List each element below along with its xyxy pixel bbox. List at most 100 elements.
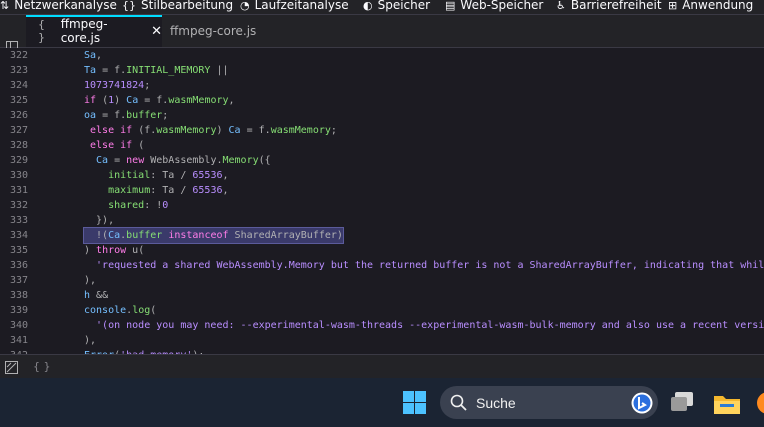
code-token: 0 bbox=[162, 200, 169, 211]
bing-icon[interactable] bbox=[631, 392, 653, 414]
windows-start-icon[interactable] bbox=[403, 391, 426, 414]
code-token: = f. bbox=[240, 125, 271, 136]
line-number[interactable]: 329 bbox=[0, 153, 28, 168]
code-line[interactable]: 331 maximum: Ta / 65536, bbox=[0, 183, 764, 198]
line-number[interactable]: 340 bbox=[0, 318, 28, 333]
code-text: 1073741824; bbox=[84, 78, 150, 93]
code-token: Ca bbox=[108, 230, 121, 241]
code-token: !( bbox=[84, 230, 109, 241]
line-number[interactable]: 333 bbox=[0, 213, 28, 228]
source-tabs: { } ffmpeg-core.js ✕ ffmpeg-core.js bbox=[0, 15, 764, 51]
tool-label: Stilbearbeitung bbox=[141, 0, 234, 12]
application-icon: ⊞ bbox=[668, 0, 678, 12]
code-line[interactable]: 339 console.log( bbox=[0, 303, 764, 318]
code-token: ), bbox=[84, 335, 97, 346]
line-number[interactable]: 327 bbox=[0, 123, 28, 138]
code-line[interactable]: 325 if (1) Ca = f.wasmMemory, bbox=[0, 93, 764, 108]
code-token: , bbox=[222, 185, 229, 196]
tab-ffmpeg-core[interactable]: ffmpeg-core.js bbox=[170, 15, 270, 47]
close-icon[interactable]: ✕ bbox=[151, 24, 162, 39]
code-line[interactable]: 322 Sa, bbox=[0, 48, 764, 63]
code-token: Sa bbox=[84, 50, 97, 61]
code-line[interactable]: 328 else if ( bbox=[0, 138, 764, 153]
line-number[interactable]: 330 bbox=[0, 168, 28, 183]
code-token: Ca bbox=[228, 125, 241, 136]
file-explorer-icon[interactable] bbox=[714, 392, 740, 414]
code-token: 'requested a shared WebAssembly.Memory b… bbox=[84, 260, 764, 271]
tool-speicher[interactable]: ◐ Speicher bbox=[363, 0, 430, 14]
code-editor[interactable]: 322 Sa, 323 Ta = f.INITIAL_MEMORY || 324 1073… bbox=[0, 48, 764, 354]
tool-label: Laufzeitanalyse bbox=[254, 0, 349, 12]
code-token: buffer bbox=[126, 110, 163, 121]
line-number[interactable]: 336 bbox=[0, 258, 28, 273]
code-text: if (1) Ca = f.wasmMemory, bbox=[84, 93, 235, 108]
code-line[interactable]: 330 initial: Ta / 65536, bbox=[0, 168, 764, 183]
line-number[interactable]: 337 bbox=[0, 273, 28, 288]
firefox-icon[interactable] bbox=[757, 392, 764, 414]
code-line[interactable]: 335 ) throw u( bbox=[0, 243, 764, 258]
tool-label: Anwendung bbox=[682, 0, 754, 12]
line-number[interactable]: 334 bbox=[0, 228, 28, 243]
code-token: '(on node you may need: --experimental-w… bbox=[84, 320, 764, 331]
code-line[interactable]: 326 oa = f.buffer; bbox=[0, 108, 764, 123]
code-text: h && bbox=[84, 288, 108, 303]
line-number[interactable]: 323 bbox=[0, 63, 28, 78]
code-text: 'requested a shared WebAssembly.Memory b… bbox=[84, 258, 764, 273]
code-token: : Ta / bbox=[150, 185, 193, 196]
source-map-icon[interactable] bbox=[5, 361, 18, 374]
code-token: console bbox=[84, 305, 127, 316]
code-line[interactable]: 341), bbox=[0, 333, 764, 348]
line-number[interactable]: 324 bbox=[0, 78, 28, 93]
line-number[interactable]: 326 bbox=[0, 108, 28, 123]
code-text: oa = f.buffer; bbox=[84, 108, 168, 123]
code-line[interactable]: 337), bbox=[0, 273, 764, 288]
line-number[interactable]: 328 bbox=[0, 138, 28, 153]
tool-netzwerkanalyse[interactable]: ⇅ Netzwerkanalyse bbox=[0, 0, 117, 14]
tool-web-speicher[interactable]: ▤ Web-Speicher bbox=[445, 0, 543, 14]
line-number[interactable]: 335 bbox=[0, 243, 28, 258]
code-line[interactable]: 340 '(on node you may need: --experiment… bbox=[0, 318, 764, 333]
pretty-print-button[interactable]: { } bbox=[33, 360, 51, 373]
code-line[interactable]: 332 shared: !0 bbox=[0, 198, 764, 213]
code-token: : ! bbox=[144, 200, 163, 211]
code-token: , bbox=[222, 170, 229, 181]
memory-icon: ◐ bbox=[363, 0, 373, 12]
code-token: else if bbox=[84, 125, 133, 136]
code-token: ), bbox=[84, 275, 97, 286]
code-line[interactable]: 323 Ta = f.INITIAL_MEMORY || bbox=[0, 63, 764, 78]
code-token: , bbox=[96, 50, 103, 61]
line-number[interactable]: 331 bbox=[0, 183, 28, 198]
code-token: Ca bbox=[84, 155, 109, 166]
code-token: SharedArrayBuffer) bbox=[228, 230, 343, 241]
code-token: initial bbox=[84, 170, 151, 181]
code-text: ) throw u( bbox=[84, 243, 144, 258]
line-number[interactable]: 325 bbox=[0, 93, 28, 108]
editor-statusbar: { } bbox=[0, 354, 764, 379]
tool-barrierefreiheit[interactable]: ♿ Barrierefreiheit bbox=[556, 0, 662, 14]
code-line[interactable]: 333 }), bbox=[0, 213, 764, 228]
tool-anwendung[interactable]: ⊞ Anwendung bbox=[668, 0, 753, 14]
tab-label: ffmpeg-core.js bbox=[170, 24, 257, 38]
code-line[interactable]: 327 else if (f.wasmMemory) Ca = f.wasmMe… bbox=[0, 123, 764, 138]
code-line[interactable]: 336 'requested a shared WebAssembly.Memo… bbox=[0, 258, 764, 273]
code-line[interactable]: 324 1073741824; bbox=[0, 78, 764, 93]
taskbar-search[interactable] bbox=[440, 386, 658, 419]
code-token: || bbox=[210, 65, 229, 76]
code-token: buffer bbox=[126, 230, 163, 241]
tool-stilbearbeitung[interactable]: {} Stilbearbeitung bbox=[122, 0, 233, 14]
code-token: Ca bbox=[126, 95, 139, 106]
code-text: else if (f.wasmMemory) Ca = f.wasmMemory… bbox=[84, 123, 337, 138]
tool-label: Barrierefreiheit bbox=[570, 0, 662, 12]
tab-ffmpeg-core-active[interactable]: { } ffmpeg-core.js ✕ bbox=[26, 15, 162, 47]
line-number[interactable]: 341 bbox=[0, 333, 28, 348]
line-number[interactable]: 322 bbox=[0, 48, 28, 63]
code-line[interactable]: 334 !(Ca.buffer instanceof SharedArrayBu… bbox=[0, 227, 764, 244]
code-line[interactable]: 338 h && bbox=[0, 288, 764, 303]
task-view-icon[interactable] bbox=[671, 392, 695, 412]
code-line[interactable]: 329 Ca = new WebAssembly.Memory({ bbox=[0, 153, 764, 168]
tool-laufzeitanalyse[interactable]: ◔ Laufzeitanalyse bbox=[240, 0, 349, 14]
line-number[interactable]: 338 bbox=[0, 288, 28, 303]
line-number[interactable]: 339 bbox=[0, 303, 28, 318]
code-token: ; bbox=[144, 80, 151, 91]
line-number[interactable]: 332 bbox=[0, 198, 28, 213]
